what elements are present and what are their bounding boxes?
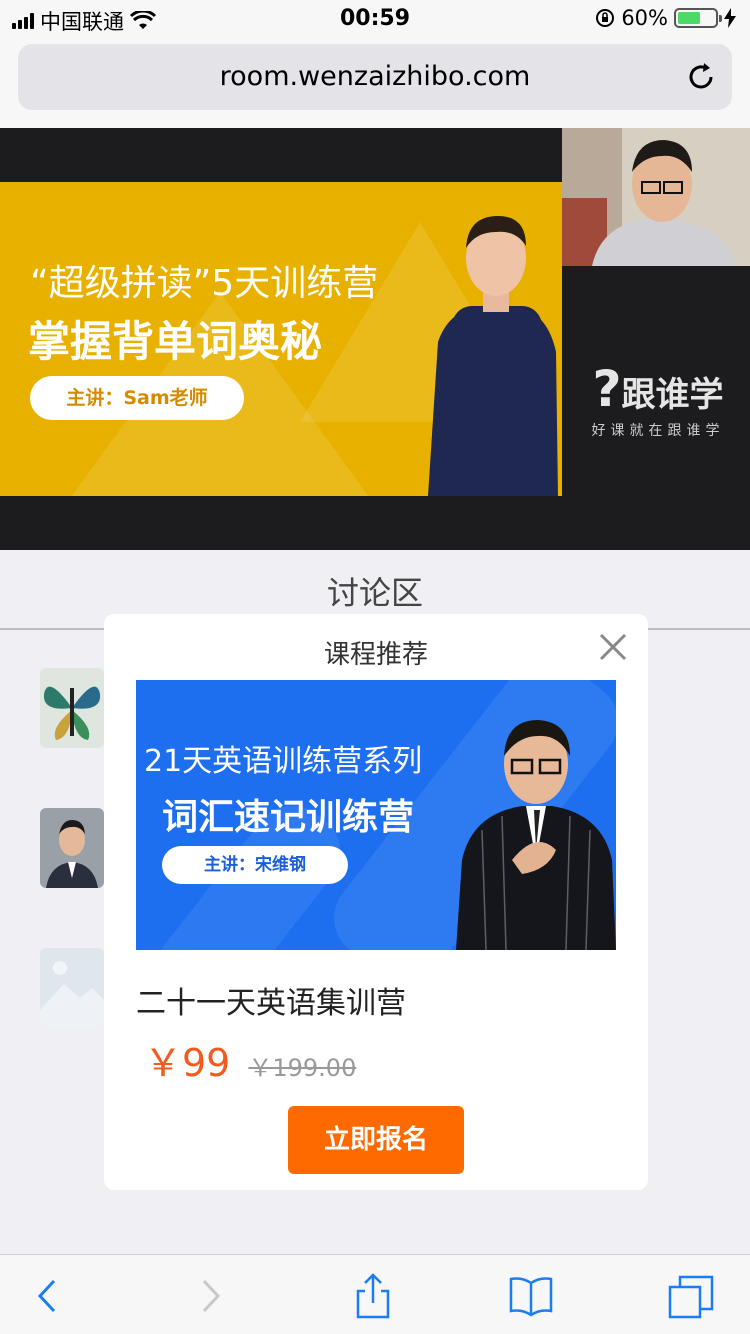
tabs-icon[interactable] [668,1273,714,1319]
course-banner-title: 词汇速记训练营 [162,797,415,838]
brand-slogan: 好课就在跟谁学 [591,423,725,439]
banner-subtitle: “超级拼读”5天训练营 [30,263,379,304]
current-price: ￥99 [144,1041,231,1085]
url-text: room.wenzaizhibo.com [219,61,531,92]
teacher-photo [408,202,558,496]
address-bar[interactable]: room.wenzaizhibo.com [18,44,732,110]
bookmarks-icon[interactable] [508,1273,554,1319]
course-banner-speaker-pill: 主讲：宋维钢 [162,846,348,884]
course-banner-image[interactable]: 21天英语训练营系列 词汇速记训练营 主讲：宋维钢 [136,680,616,950]
enroll-button[interactable]: 立即报名 [288,1106,464,1174]
price-row: ￥99 ￥199.00 [144,1032,356,1087]
course-name: 二十一天英语集训营 [136,986,406,1021]
rotation-lock-icon [596,9,615,27]
brand-logo: ?跟谁学 好课就在跟谁学 [578,364,738,440]
forward-icon[interactable] [186,1273,232,1319]
reload-icon[interactable] [684,60,718,94]
course-banner-subtitle: 21天英语训练营系列 [144,744,423,779]
avatar[interactable] [40,808,104,888]
brand-name: 跟谁学 [621,375,724,415]
avatar[interactable] [40,668,104,748]
question-mark-icon: ? [592,360,622,418]
tab-discussion-label: 讨论区 [326,574,423,612]
teacher-camera [562,128,750,266]
charging-icon [724,8,736,28]
browser-header: room.wenzaizhibo.com [0,40,750,128]
course-recommendation-modal: 课程推荐 21天英语训练营系列 词汇速记训练营 主讲：宋维钢 二十一天英语集训营… [104,614,648,1190]
status-right: 60% [595,6,736,30]
battery-percent: 60% [621,6,668,30]
banner-title: 掌握背单词奥秘 [28,317,323,366]
battery-icon [674,8,722,28]
back-icon[interactable] [26,1273,72,1319]
share-icon[interactable] [350,1273,396,1319]
course-banner: “超级拼读”5天训练营 掌握背单词奥秘 主讲：Sam老师 [0,182,562,496]
banner-speaker-pill: 主讲：Sam老师 [30,376,244,420]
side-panel: ?跟谁学 好课就在跟谁学 [562,128,750,550]
status-bar: 中国联通 00:59 60% [0,0,750,40]
image-placeholder [40,948,104,1028]
original-price: ￥199.00 [248,1054,357,1082]
close-icon[interactable] [598,632,628,662]
course-teacher-photo [452,710,616,950]
browser-toolbar [0,1254,750,1334]
live-video[interactable]: “超级拼读”5天训练营 掌握背单词奥秘 主讲：Sam老师 ?跟谁学 好课就在跟谁… [0,128,750,550]
modal-title: 课程推荐 [323,640,428,670]
